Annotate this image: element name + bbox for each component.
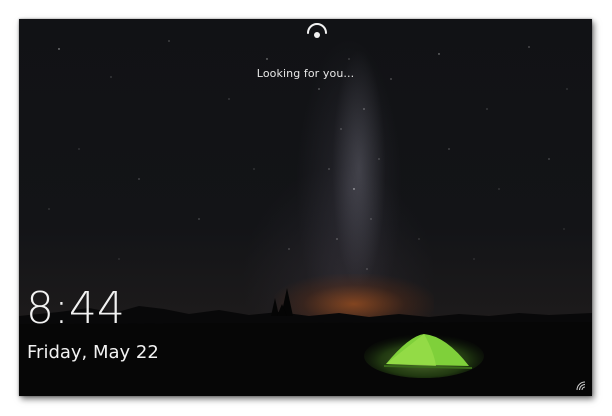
- lock-screen-time: 8:44: [26, 283, 125, 334]
- lock-screen-date: Friday, May 22: [27, 342, 159, 363]
- wifi-icon[interactable]: [576, 381, 586, 391]
- lock-screen[interactable]: Looking for you... 8:44 Friday, May 22: [19, 19, 592, 396]
- face-recognition-icon: [307, 23, 327, 38]
- wallpaper-tent: [364, 334, 484, 378]
- status-message: Looking for you...: [256, 67, 355, 80]
